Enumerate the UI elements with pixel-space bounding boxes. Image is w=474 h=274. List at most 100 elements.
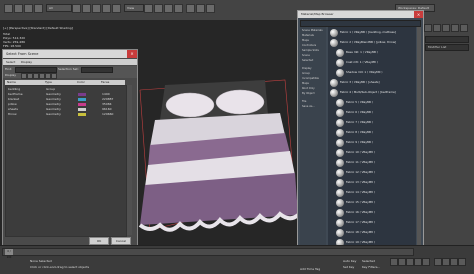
go-to-end-icon[interactable] (422, 258, 430, 266)
modifier-list-combo[interactable]: Modifier List (425, 44, 469, 51)
align-icon[interactable] (174, 4, 183, 13)
list-item[interactable]: Fabric 9 ( VRayMtl ) (328, 138, 416, 148)
hierarchy-tab-icon[interactable] (442, 24, 450, 32)
display-tab-icon[interactable] (460, 24, 468, 32)
browser-scrollbar[interactable] (417, 27, 421, 252)
option-item[interactable]: Display (302, 67, 312, 70)
scale-icon[interactable] (112, 4, 121, 13)
selection-status: None Selected (30, 259, 52, 263)
list-item[interactable]: Shadow mtl: 1 ( VRayMtl ) (328, 68, 416, 78)
list-item[interactable]: Fabric 13 ( VRayMtl ) (328, 178, 416, 188)
select-by-name-icon[interactable] (82, 4, 91, 13)
list-item[interactable]: Fabric 11 ( VRayMtl ) (328, 158, 416, 168)
pillow-left (165, 92, 215, 118)
next-frame-icon[interactable] (414, 258, 422, 266)
option-item[interactable]: By Object (302, 92, 315, 95)
menu-select[interactable]: Select (6, 59, 15, 65)
option-item[interactable]: Scene (302, 54, 310, 57)
render-icon[interactable] (206, 4, 215, 13)
link-icon[interactable] (24, 4, 33, 13)
go-to-start-icon[interactable] (390, 258, 398, 266)
spacewarp-filter-icon[interactable] (51, 73, 57, 79)
list-item[interactable]: Fabric 12 ( VRayMtl ) (328, 168, 416, 178)
select-object-icon[interactable] (72, 4, 81, 13)
move-icon[interactable] (92, 4, 101, 13)
bed-model[interactable] (130, 75, 300, 255)
option-item[interactable]: Incompatible (302, 77, 319, 80)
menu-display[interactable]: Display (21, 59, 32, 65)
zoom-icon[interactable] (434, 258, 442, 266)
maximize-viewport-icon[interactable] (458, 258, 466, 266)
close-icon[interactable]: × (127, 50, 137, 58)
list-item[interactable]: Fabric 2 ( VRayBlendMtl ) [pillow, throw… (328, 38, 416, 48)
list-item[interactable]: Fabric 14 ( VRayMtl ) (328, 188, 416, 198)
option-item[interactable]: Group (302, 72, 310, 75)
table-row[interactable]: throw Geometry 129660 (6, 112, 126, 117)
list-item[interactable]: Fabric 16 ( VRayMtl ) (328, 208, 416, 218)
search-by-name-input[interactable] (300, 20, 421, 27)
set-key-button[interactable]: Set Key (343, 265, 354, 269)
unlink-icon[interactable] (34, 4, 43, 13)
rotate-icon[interactable] (102, 4, 111, 13)
close-icon[interactable]: × (414, 11, 423, 18)
material-sphere-icon (336, 149, 344, 157)
option-item[interactable]: Scene Materials (302, 29, 323, 32)
redo-icon[interactable] (14, 4, 23, 13)
option-item[interactable]: Maps (302, 39, 309, 42)
add-time-tag[interactable]: Add Time Tag (300, 267, 320, 271)
table-scrollbar[interactable] (127, 85, 132, 235)
list-item[interactable]: Fabric 4 ( Multi/Sub-Object ) [bedframe] (328, 88, 416, 98)
option-item[interactable]: Materials (302, 34, 314, 37)
list-item[interactable]: Fabric 10 ( VRayMtl ) (328, 148, 416, 158)
play-icon[interactable] (406, 258, 414, 266)
material-editor-icon[interactable] (186, 4, 195, 13)
orbit-icon[interactable] (450, 258, 458, 266)
object-name-field[interactable] (425, 36, 469, 43)
material-sphere-icon (336, 69, 344, 77)
option-item[interactable]: Maps (302, 82, 309, 85)
selection-set-combo[interactable] (81, 67, 113, 73)
mirror-icon[interactable] (164, 4, 173, 13)
pan-icon[interactable] (442, 258, 450, 266)
undo-icon[interactable] (4, 4, 13, 13)
option-item[interactable]: File (302, 100, 306, 103)
timeline[interactable]: 0 / 100 (2, 248, 414, 259)
material-sphere-icon (330, 39, 338, 47)
browser-titlebar[interactable]: Material/Map Browser × (298, 11, 423, 18)
option-item[interactable]: Save As... (302, 105, 315, 108)
motion-tab-icon[interactable] (451, 24, 459, 32)
option-item[interactable]: Root Only (302, 87, 315, 90)
ok-button[interactable]: OK (89, 237, 109, 245)
list-item[interactable]: Fabric 3 ( VRayMtl ) [sheets] (328, 78, 416, 88)
list-item[interactable]: Fabric 5 ( VRayMtl ) (328, 98, 416, 108)
reference-coordinate-combo[interactable]: View (124, 4, 144, 12)
command-panel: Modifier List (420, 20, 474, 245)
list-item[interactable]: Fabric 1 ( VRayMtl ) [bedding, mattress] (328, 28, 416, 38)
selection-filter-combo[interactable]: All (46, 4, 72, 12)
key-filters-button[interactable]: Key Filters... (362, 265, 380, 269)
dialog-titlebar[interactable]: Select From Scene × (3, 50, 137, 58)
previous-frame-icon[interactable] (398, 258, 406, 266)
list-item[interactable]: Fabric 7 ( VRayMtl ) (328, 118, 416, 128)
create-tab-icon[interactable] (424, 24, 432, 32)
material-label: Base mtl: 1 ( VRayMtl ) (346, 50, 379, 54)
option-item[interactable]: Selected (302, 59, 313, 62)
list-item[interactable]: Fabric 6 ( VRayMtl ) (328, 108, 416, 118)
list-item[interactable]: Fabric 18 ( VRayMtl ) (328, 228, 416, 238)
time-slider[interactable]: 0 / 100 (5, 249, 13, 259)
cancel-button[interactable]: Cancel (111, 237, 131, 245)
list-item[interactable]: Fabric 15 ( VRayMtl ) (328, 198, 416, 208)
option-item[interactable]: Controllers (302, 44, 316, 47)
list-item[interactable]: Base mtl: 1 ( VRayMtl ) (328, 48, 416, 58)
angle-snap-icon[interactable] (154, 4, 163, 13)
render-setup-icon[interactable] (196, 4, 205, 13)
list-item[interactable]: Fabric 8 ( VRayMtl ) (328, 128, 416, 138)
selected-combo[interactable]: Selected (362, 259, 375, 263)
snap-icon[interactable] (144, 4, 153, 13)
viewport-label[interactable]: [+] [Perspective] [Standard] [Default Sh… (3, 26, 73, 30)
auto-key-button[interactable]: Auto Key (343, 259, 356, 263)
list-item[interactable]: Fabric 17 ( VRayMtl ) (328, 218, 416, 228)
list-item[interactable]: Coat mtl: 1 ( VRayMtl ) (328, 58, 416, 68)
modify-tab-icon[interactable] (433, 24, 441, 32)
option-item[interactable]: Sample Slots (302, 49, 319, 52)
